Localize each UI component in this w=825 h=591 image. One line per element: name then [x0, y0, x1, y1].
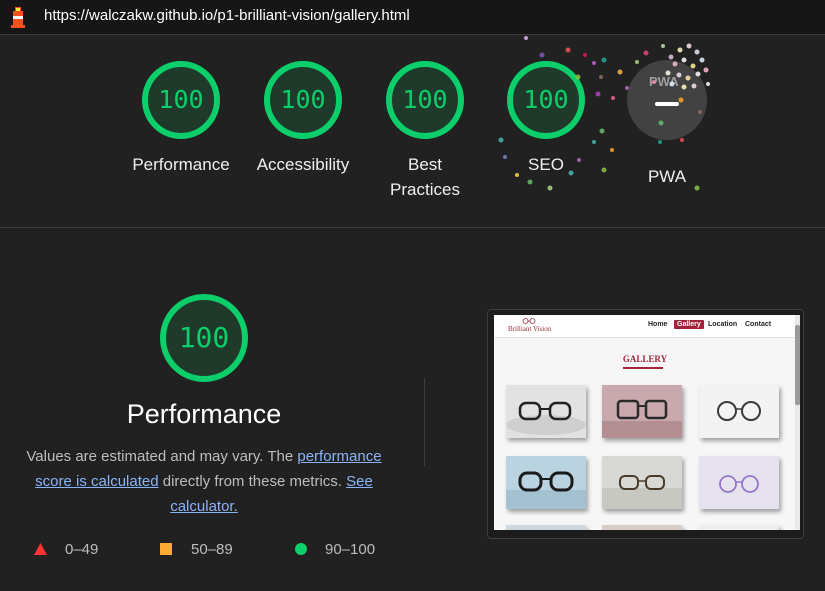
lighthouse-icon: [11, 7, 25, 28]
gauge-label: SEO: [528, 155, 564, 174]
site-nav-gallery: Gallery: [674, 320, 704, 329]
glasses-logo-icon: [522, 318, 536, 324]
gallery-image-glasses: [602, 385, 682, 438]
gallery-image-glasses: [699, 385, 779, 438]
url-bar: https://walczakw.github.io/p1-brilliant-…: [0, 0, 825, 35]
legend-range: 50–89: [191, 541, 233, 558]
score-value: 100: [523, 85, 569, 114]
gauge-best-practices[interactable]: 100 Best Practices: [364, 60, 486, 202]
gauge-label: Best Practices: [390, 155, 460, 199]
gauge-label: PWA: [647, 167, 687, 186]
score-value: 100: [158, 85, 204, 114]
legend-range: 90–100: [325, 541, 376, 558]
gallery-image-glasses: [602, 525, 682, 530]
site-brand: Brilliant Vision: [508, 325, 552, 333]
gauge-accessibility[interactable]: 100 Accessibility: [242, 60, 364, 177]
screenshot-scrollbar[interactable]: [795, 315, 800, 530]
gauge-seo[interactable]: 100 SEO: [485, 60, 607, 177]
gallery-image-glasses: [699, 525, 779, 530]
gauge-label: Performance: [132, 155, 230, 174]
performance-description: Values are estimated and may vary. The p…: [20, 444, 388, 519]
pwa-badge: [627, 60, 707, 140]
desc-text: directly from these metrics.: [158, 473, 347, 490]
section-divider: [0, 227, 825, 228]
site-navbar: Brilliant Vision Home Gallery Location C…: [494, 315, 796, 338]
final-screenshot[interactable]: Brilliant Vision Home Gallery Location C…: [494, 315, 796, 530]
performance-gauge: 100: [159, 293, 249, 383]
legend-range: 0–49: [65, 541, 99, 558]
vertical-divider: [424, 378, 425, 466]
gallery-heading: GALLERY: [622, 354, 668, 364]
performance-title: Performance: [126, 399, 282, 429]
desc-text: Values are estimated and may vary. The: [26, 448, 298, 465]
gallery-image-glasses: [506, 385, 586, 438]
report-url[interactable]: https://walczakw.github.io/p1-brilliant-…: [44, 7, 410, 24]
gallery-image-glasses: [506, 525, 586, 530]
gallery-image-glasses: [506, 456, 586, 509]
site-nav-home: Home: [648, 321, 668, 328]
score-value: 100: [402, 85, 448, 114]
score-value: 100: [280, 85, 326, 114]
site-nav-location: Location: [708, 321, 738, 328]
performance-score: 100: [178, 321, 230, 354]
pwa-dash-icon: [655, 102, 679, 106]
gauge-label: Accessibility: [256, 155, 350, 174]
square-icon: [160, 543, 172, 555]
gauge-pwa[interactable]: PWA: [627, 60, 707, 140]
pwa-badge-text: PWA: [649, 74, 679, 89]
scrollbar-thumb[interactable]: [795, 325, 800, 405]
gauge-performance[interactable]: 100 Performance: [120, 60, 242, 177]
gallery-image-glasses: [699, 456, 779, 509]
circle-icon: [295, 543, 307, 555]
gallery-underline: [623, 367, 663, 369]
site-nav-contact: Contact: [745, 321, 772, 328]
triangle-icon: [34, 543, 47, 555]
gallery-image-glasses: [602, 456, 682, 509]
